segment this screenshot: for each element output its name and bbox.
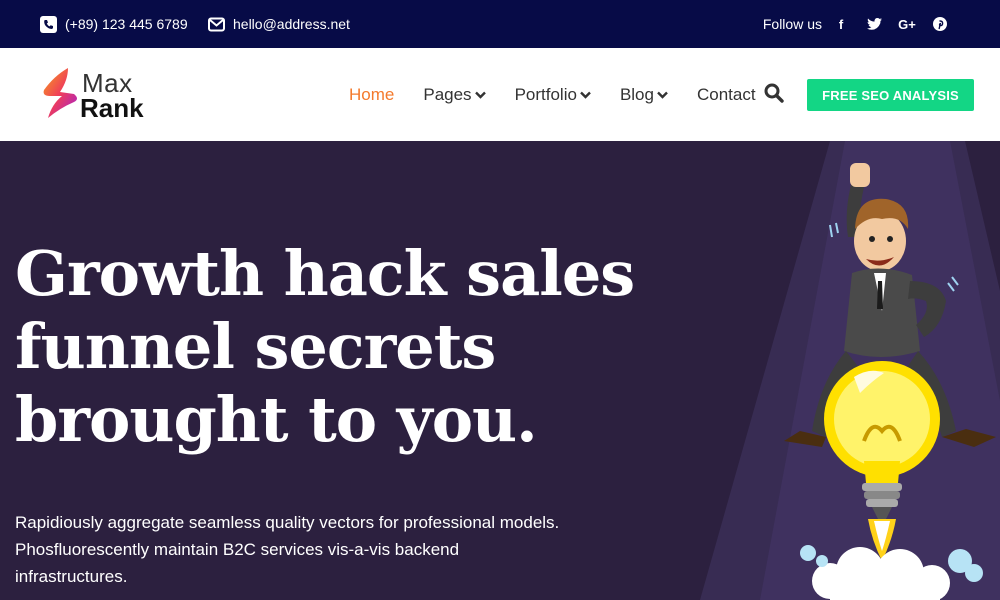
chevron-down-icon [474,91,486,99]
nav-label-portfolio: Portfolio [514,84,577,104]
headline-line: funnel secrets [15,310,496,383]
chevron-down-icon [657,91,668,99]
twitter-icon[interactable] [863,13,885,35]
pinterest-icon[interactable] [929,13,951,35]
headline-line: Growth hack sales [15,237,635,310]
nav-item-portfolio[interactable]: Portfolio [515,85,591,105]
envelope-icon [208,17,225,32]
hero-section: Growth hack sales funnel secrets brought… [0,141,1000,600]
follow-us-label: Follow us [762,16,822,32]
chevron-down-icon [580,91,591,99]
subtext-line: Phosfluorescently maintain B2C services … [15,540,460,559]
subtext-line: Rapidiously aggregate seamless quality v… [15,513,560,532]
phone-number: (+89) 123 445 6789 [65,16,188,32]
nav-item-blog[interactable]: Blog [620,85,668,105]
free-seo-analysis-button[interactable]: FREE SEO ANALYSIS [807,79,974,111]
main-header: Max Rank Home Pages Portfolio Blog Conta… [0,48,1000,141]
logo-text-rank: Rank [80,93,144,123]
nav-label-home: Home [349,84,395,104]
logo[interactable]: Max Rank [40,66,155,124]
subtext-line: infrastructures. [15,567,128,586]
businessman-lightbulb-illustration [784,163,996,600]
nav-label-pages: Pages [423,84,472,104]
search-icon[interactable] [764,83,784,103]
main-nav: Home Pages Portfolio Blog Contact [349,48,785,141]
phone-icon [40,15,57,33]
headline-line: brought to you. [15,383,538,456]
nav-item-contact[interactable]: Contact [697,85,756,105]
phone-contact[interactable]: (+89) 123 445 6789 [40,0,188,48]
email-contact[interactable]: hello@address.net [208,0,350,48]
google-plus-icon[interactable]: G+ [896,13,918,35]
hero-headline: Growth hack sales funnel secrets brought… [15,237,635,456]
facebook-icon[interactable]: f [830,13,852,35]
top-bar: (+89) 123 445 6789 hello@address.net Fol… [0,0,1000,48]
nav-label-blog: Blog [619,84,654,104]
nav-item-pages[interactable]: Pages [423,84,486,105]
email-address: hello@address.net [233,16,350,32]
logo-mark-icon [43,68,77,118]
nav-item-home[interactable]: Home [349,85,394,105]
hero-subtext: Rapidiously aggregate seamless quality v… [15,509,575,590]
social-links: f G+ [830,0,951,48]
nav-label-contact: Contact [696,84,756,104]
